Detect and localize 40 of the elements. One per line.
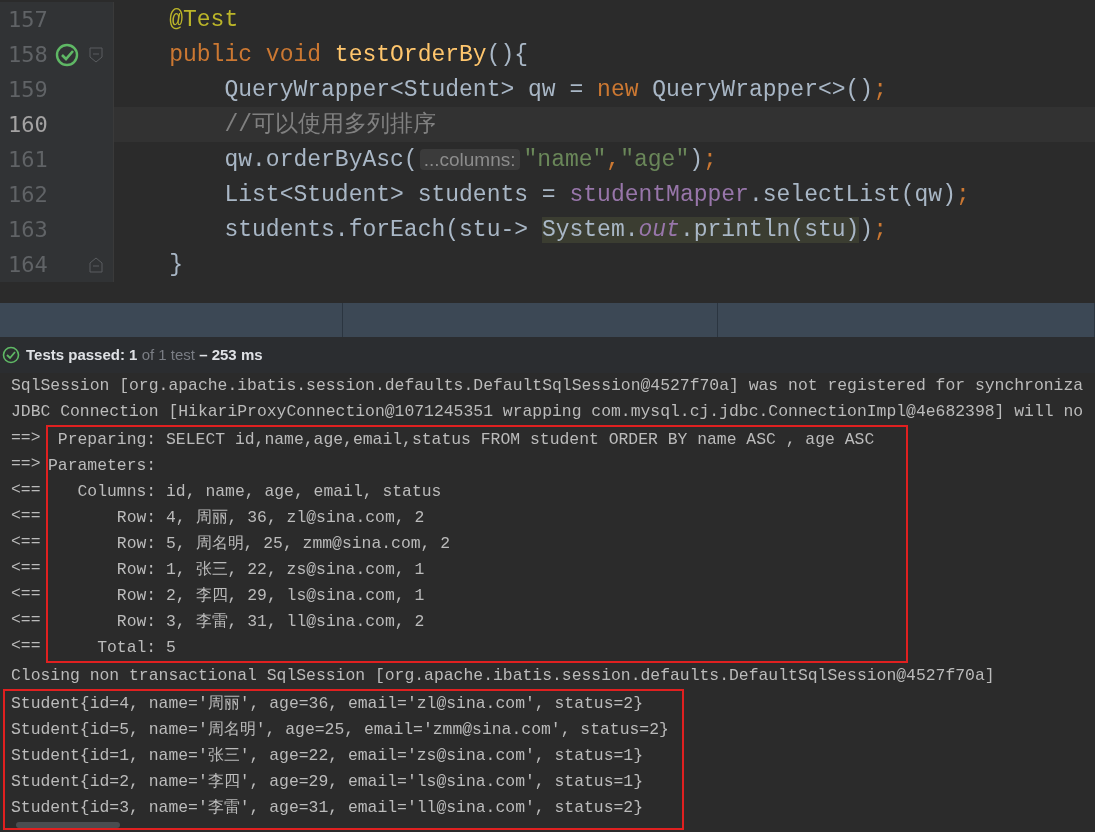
code-line: } — [168, 250, 183, 280]
arrow-prefix: ==> — [11, 427, 42, 449]
code-line: qw.orderByAsc( ...columns: "name","age"); — [223, 145, 717, 175]
code-line: students.forEach(stu-> System.out.println(stu)); — [223, 215, 887, 245]
console-line: Row: 1, 张三, 22, zs@sina.com, 1 — [115, 559, 426, 581]
arrow-prefix: <== — [11, 557, 42, 579]
code-line: //可以使用多列排序 — [223, 110, 437, 140]
code-line: List<Student> students = studentMapper.selectList(qw); — [223, 180, 970, 210]
test-passed-icon[interactable] — [55, 42, 79, 67]
arrow-prefix: <== — [11, 635, 42, 657]
console-line: SqlSession [org.apache.ibatis.session.defaults.DefaultSqlSession@4527f70a] was not registered for synchroniza — [11, 375, 1085, 397]
arrow-prefix: <== — [11, 479, 42, 501]
console-line: Row: 3, 李雷, 31, ll@sina.com, 2 — [115, 611, 426, 633]
arrow-prefix: <== — [11, 505, 42, 527]
fold-icon[interactable] — [89, 46, 103, 63]
console-line: Parameters: — [48, 455, 158, 477]
arrow-prefix: <== — [11, 583, 42, 605]
console-line: Row: 4, 周丽, 36, zl@sina.com, 2 — [115, 507, 426, 529]
scrollbar-thumb[interactable] — [16, 822, 120, 828]
console-line: Student{id=3, name='李雷', age=31, email='ll@sina.com', status=2} — [11, 797, 644, 819]
console-line: Preparing: SELECT id,name,age,email,status FROM student ORDER BY name ASC , age ASC — [56, 429, 876, 451]
code-line: public void testOrderBy(){ — [168, 40, 529, 70]
fold-icon[interactable] — [89, 256, 103, 273]
console-line: Total: 5 — [96, 637, 177, 659]
code-line: @Test — [168, 5, 239, 35]
console-line: Student{id=5, name='周名明', age=25, email='zmm@sina.com', status=2} — [11, 719, 670, 741]
console-line: Closing non transactional SqlSession [org.apache.ibatis.session.defaults.DefaultSqlSession@4527f70a] — [11, 665, 996, 687]
arrow-prefix: <== — [11, 531, 42, 553]
status-text: Tests passed: 1 of 1 test – 253 ms — [26, 344, 263, 365]
console-line: Row: 2, 李四, 29, ls@sina.com, 1 — [115, 585, 426, 607]
console-line: Student{id=4, name='周丽', age=36, email='zl@sina.com', status=2} — [11, 693, 644, 715]
console-line: Student{id=1, name='张三', age=22, email='zs@sina.com', status=1} — [11, 745, 644, 767]
code-line: QueryWrapper<Student> qw = new QueryWrapper<>(); — [223, 75, 887, 105]
console-line: Student{id=2, name='李四', age=29, email='ls@sina.com', status=1} — [11, 771, 644, 793]
console-line: Row: 5, 周名明, 25, zmm@sina.com, 2 — [115, 533, 452, 555]
console-line: Columns: id, name, age, email, status — [76, 481, 443, 503]
arrow-prefix: <== — [11, 609, 42, 631]
line-number: 160 — [7, 111, 48, 139]
arrow-prefix: ==> — [11, 453, 42, 475]
console-line: JDBC Connection [HikariProxyConnection@1071245351 wrapping com.mysql.cj.jdbc.ConnectionImpl@4e682398] will no — [11, 401, 1085, 423]
